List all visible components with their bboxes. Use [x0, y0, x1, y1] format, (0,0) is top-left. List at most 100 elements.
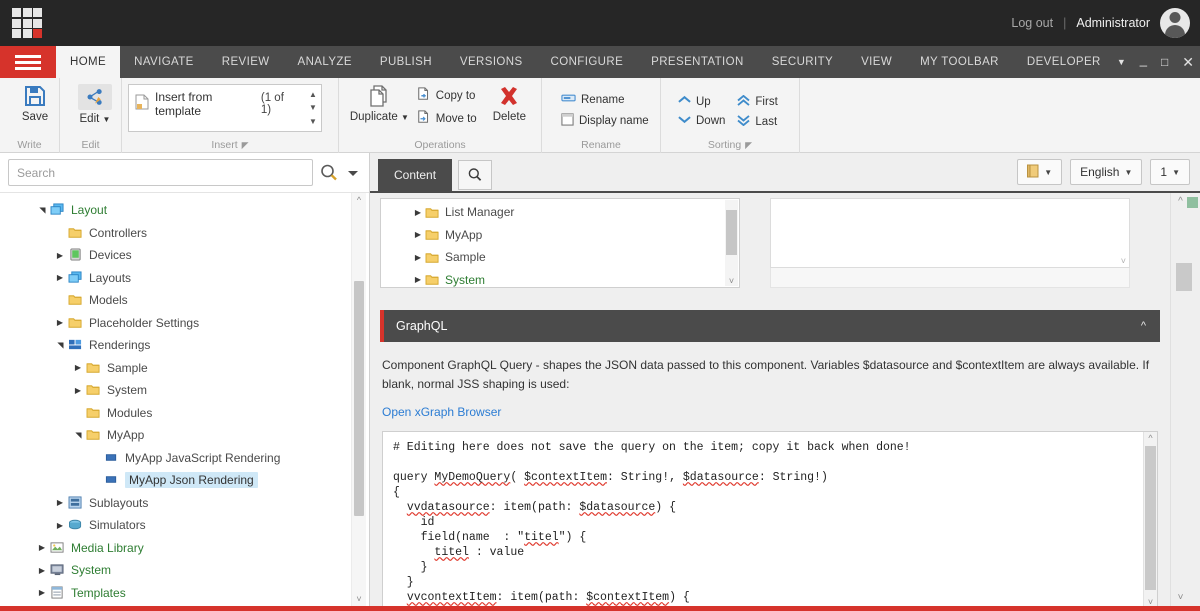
tree-item-system[interactable]: ▶ System	[0, 379, 369, 402]
tree-expand-arrow-icon[interactable]: ▶	[52, 273, 68, 282]
spinner-down-icon[interactable]: ▼	[309, 103, 317, 112]
graphql-section-header[interactable]: GraphQL ^	[380, 310, 1160, 342]
spinner-last-icon[interactable]: ▼	[309, 117, 317, 126]
dialog-launcher-icon[interactable]: ◤	[242, 140, 249, 150]
sort-up-button[interactable]: Up	[673, 93, 730, 110]
language-button[interactable]: English ▼	[1070, 159, 1143, 185]
ribbon-expand-caret-icon[interactable]: ▼	[1117, 57, 1126, 67]
tree-item-simulators[interactable]: ▶ Simulators	[0, 514, 369, 537]
tree-item-models[interactable]: Models	[0, 289, 369, 312]
datasource-item-list-manager[interactable]: ▶ List Manager	[381, 201, 739, 224]
datasource-item-label[interactable]: Sample	[445, 250, 486, 264]
datasource-item-sample[interactable]: ▶ Sample	[381, 246, 739, 269]
tree-item-renderings[interactable]: ◢ Renderings	[0, 334, 369, 357]
tab-versions[interactable]: VERSIONS	[446, 46, 537, 78]
tree-item-label[interactable]: MyApp Json Rendering	[125, 472, 258, 489]
tree-item-placeholder-settings[interactable]: ▶ Placeholder Settings	[0, 312, 369, 335]
edit-button[interactable]: Edit ▼	[66, 82, 124, 125]
tree-collapse-arrow-icon[interactable]: ◢	[56, 337, 65, 353]
graphql-code-text[interactable]: # Editing here does not save the query o…	[383, 432, 1157, 605]
right-panel-scrollbar[interactable]: ^ ˅	[1170, 193, 1200, 606]
datasource-item-label[interactable]: List Manager	[445, 205, 514, 219]
tab-analyze[interactable]: ANALYZE	[284, 46, 366, 78]
scroll-up-icon[interactable]: ^	[352, 193, 366, 207]
datasource-item-system[interactable]: ▶ System	[381, 269, 739, 288]
sort-first-button[interactable]: First	[732, 93, 782, 111]
right-scroll-thumb[interactable]	[1176, 263, 1192, 291]
tree-item-label[interactable]: System	[71, 563, 111, 577]
tab-developer[interactable]: DEVELOPER	[1013, 46, 1115, 78]
tree-item-label[interactable]: MyApp	[107, 428, 144, 442]
search-input[interactable]	[8, 159, 313, 186]
notes-button[interactable]: ▼	[1017, 159, 1063, 185]
tab-publish[interactable]: PUBLISH	[366, 46, 446, 78]
code-scrollbar[interactable]: ^ ˅	[1143, 432, 1157, 606]
tree-expand-arrow-icon[interactable]: ▶	[52, 498, 68, 507]
tree-item-label[interactable]: Layout	[71, 203, 107, 217]
dialog-launcher-icon[interactable]: ◤	[745, 140, 752, 150]
tree-expand-arrow-icon[interactable]: ▶	[411, 253, 425, 262]
delete-button[interactable]: Delete	[484, 82, 535, 129]
scroll-down-icon[interactable]: ˅	[352, 592, 366, 606]
tree-expand-arrow-icon[interactable]: ▶	[70, 363, 86, 372]
tree-expand-arrow-icon[interactable]: ▶	[34, 543, 50, 552]
avatar[interactable]	[1160, 8, 1190, 38]
graphql-code-editor[interactable]: # Editing here does not save the query o…	[382, 431, 1158, 606]
tree-expand-arrow-icon[interactable]: ▶	[411, 230, 425, 239]
datasource-item-label[interactable]: System	[445, 273, 485, 287]
chevron-up-icon[interactable]: ^	[1141, 320, 1146, 332]
tree-item-modules[interactable]: Modules	[0, 402, 369, 425]
tab-configure[interactable]: CONFIGURE	[537, 46, 638, 78]
tab-presentation[interactable]: PRESENTATION	[637, 46, 758, 78]
tree-item-templates[interactable]: ▶ Templates	[0, 582, 369, 605]
tree-item-label[interactable]: Renderings	[89, 338, 150, 352]
scroll-down-icon[interactable]: ˅	[725, 276, 738, 286]
datasource-detail-white[interactable]: ˅	[770, 198, 1130, 268]
tree-item-controllers[interactable]: Controllers	[0, 222, 369, 245]
tree-item-label[interactable]: MyApp JavaScript Rendering	[125, 451, 280, 465]
tree-item-label[interactable]: Devices	[89, 248, 132, 262]
tree-item-label[interactable]: Templates	[71, 586, 126, 600]
tree-expand-arrow-icon[interactable]: ▶	[52, 521, 68, 530]
copy-to-button[interactable]: Copy to	[412, 85, 482, 106]
tree-expand-arrow-icon[interactable]: ▶	[34, 588, 50, 597]
tree-item-label[interactable]: Media Library	[71, 541, 144, 555]
tree-item-myapp[interactable]: ◢ MyApp	[0, 424, 369, 447]
menu-hamburger-icon[interactable]	[0, 46, 56, 78]
tree-item-sample[interactable]: ▶ Sample	[0, 357, 369, 380]
tree-expand-arrow-icon[interactable]: ▶	[70, 386, 86, 395]
insert-from-template-box[interactable]: Insert from template (1 of 1) ▲ ▼ ▼	[128, 84, 322, 132]
code-scroll-thumb[interactable]	[1145, 446, 1156, 591]
tree-item-label[interactable]: Modules	[107, 406, 152, 420]
version-button[interactable]: 1 ▼	[1150, 159, 1190, 185]
scroll-down-icon[interactable]: ˅	[1171, 592, 1190, 603]
tree-item-label[interactable]: System	[107, 383, 147, 397]
open-xgraph-browser-link[interactable]: Open xGraph Browser	[382, 405, 1158, 419]
tab-security[interactable]: SECURITY	[758, 46, 847, 78]
tab-view[interactable]: VIEW	[847, 46, 906, 78]
tree-item-label[interactable]: Controllers	[89, 226, 147, 240]
tree-collapse-arrow-icon[interactable]: ◢	[74, 427, 83, 443]
tree-expand-arrow-icon[interactable]: ▶	[52, 251, 68, 260]
scroll-down-icon[interactable]: ˅	[1144, 597, 1157, 606]
tree-item-label[interactable]: Sample	[107, 361, 148, 375]
datasource-scroll-thumb[interactable]	[726, 210, 737, 255]
tree-expand-arrow-icon[interactable]: ▶	[411, 208, 425, 217]
scroll-up-icon[interactable]: ^	[1144, 433, 1157, 443]
tree-item-sublayouts[interactable]: ▶ Sublayouts	[0, 492, 369, 515]
move-to-button[interactable]: Move to	[412, 108, 482, 129]
tree-scroll-thumb[interactable]	[354, 281, 364, 516]
minimize-icon[interactable]: _	[1140, 53, 1147, 66]
tree-scrollbar[interactable]: ^ ˅	[351, 193, 366, 606]
rename-button[interactable]: Rename	[556, 90, 654, 109]
tab-content[interactable]: Content	[378, 159, 453, 191]
tab-review[interactable]: REVIEW	[208, 46, 284, 78]
tab-home[interactable]: HOME	[56, 46, 121, 78]
tree-expand-arrow-icon[interactable]: ▶	[52, 318, 68, 327]
datasource-item-myapp[interactable]: ▶ MyApp	[381, 224, 739, 247]
datasource-item-label[interactable]: MyApp	[445, 228, 482, 242]
username-label[interactable]: Administrator	[1076, 16, 1150, 30]
sitecore-logo[interactable]	[12, 8, 42, 38]
insert-template-row[interactable]: Insert from template (1 of 1)	[129, 85, 305, 118]
tree-item-devices[interactable]: ▶ Devices	[0, 244, 369, 267]
